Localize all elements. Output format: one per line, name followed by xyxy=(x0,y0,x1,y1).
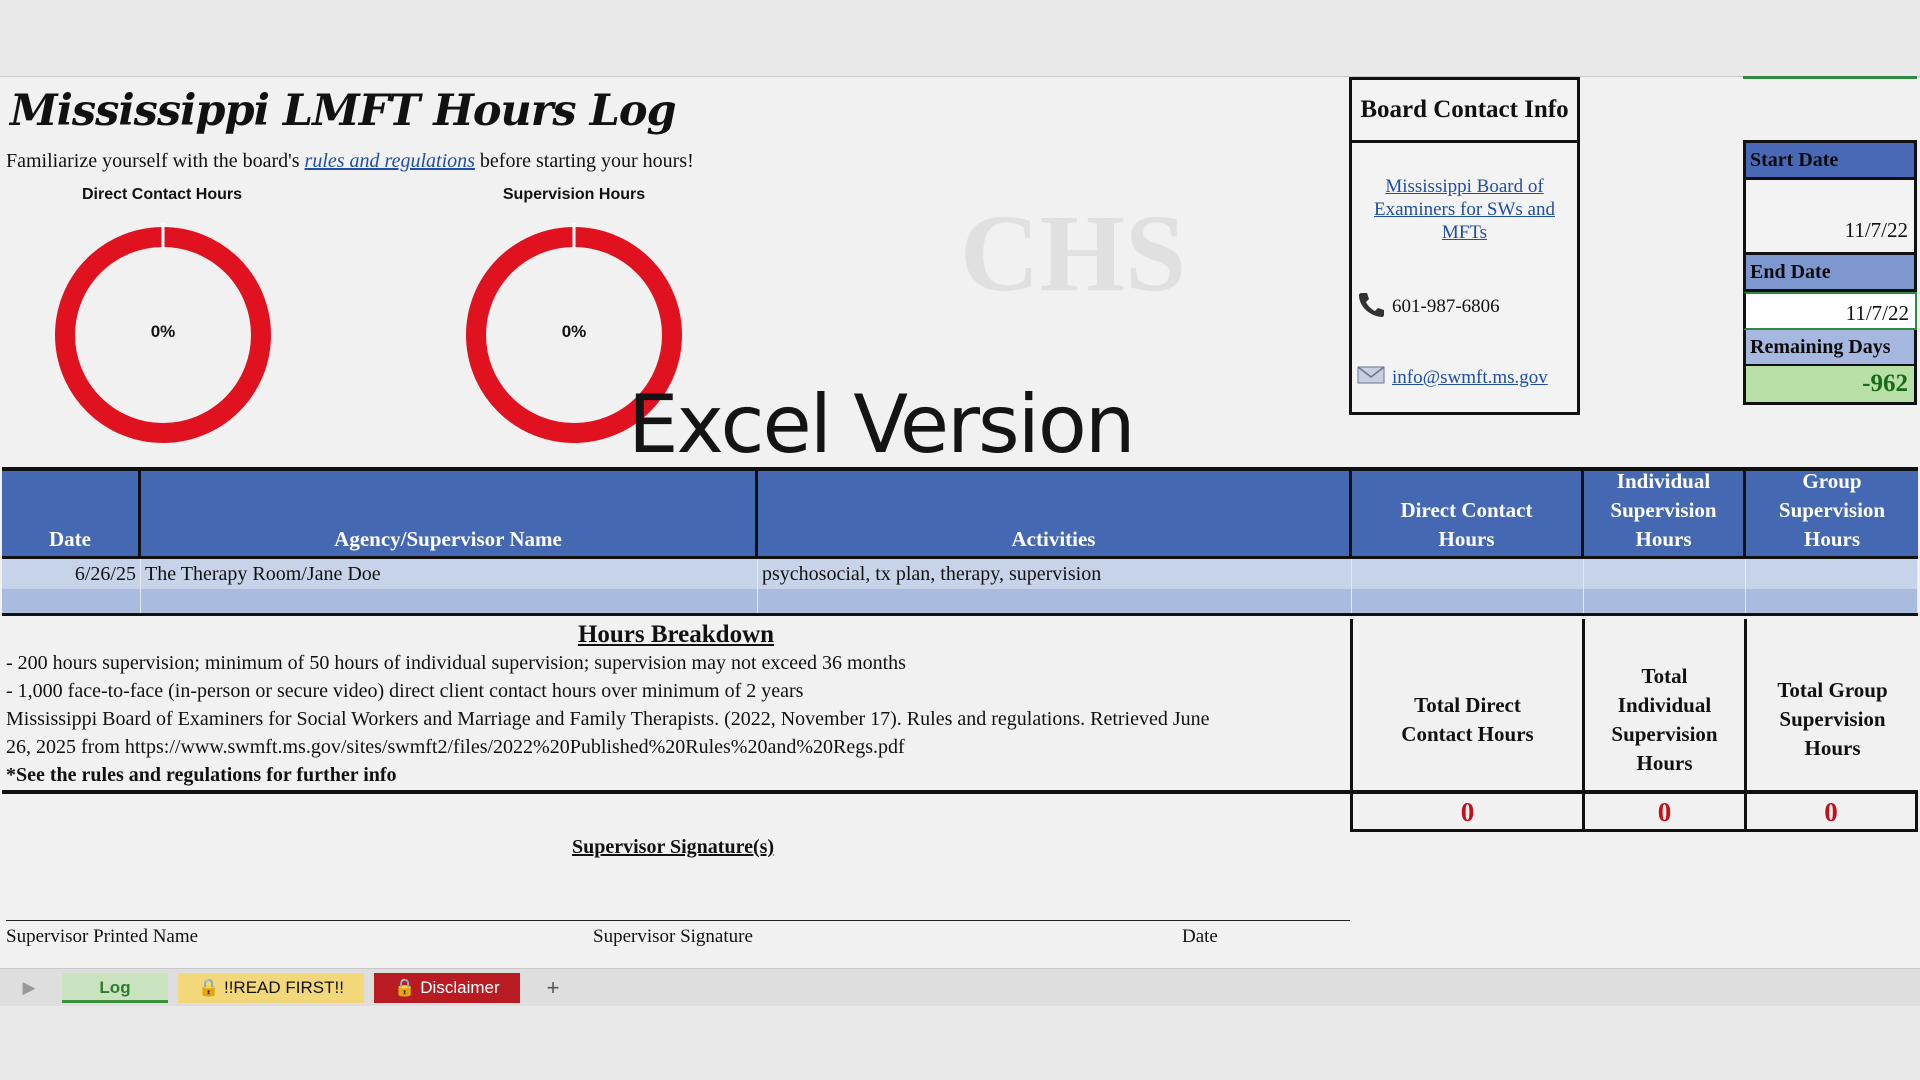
cell-empty[interactable] xyxy=(141,589,758,613)
phone-row: 601-987-6806 xyxy=(1356,290,1577,324)
table-row: 6/26/25 The Therapy Room/Jane Doe psycho… xyxy=(2,559,1918,589)
intro-before: Familiarize yourself with the board's xyxy=(6,150,305,172)
end-date-value[interactable]: 11/7/22 xyxy=(1743,292,1917,330)
signature-line xyxy=(6,920,1350,921)
scroll-tabs-right-icon[interactable]: ▶ xyxy=(14,973,44,1003)
signature-date-label: Date xyxy=(1182,926,1218,947)
email-icon xyxy=(1356,364,1386,392)
tab-log[interactable]: Log xyxy=(62,973,168,1003)
remaining-days-value[interactable]: -962 xyxy=(1743,364,1917,405)
cell-empty[interactable] xyxy=(1584,589,1746,613)
col-header-group[interactable]: Group Supervision Hours xyxy=(1746,469,1918,556)
direct-contact-percent: 0% xyxy=(150,322,176,341)
col-header-date[interactable]: Date xyxy=(2,471,141,556)
phone-number: 601-987-6806 xyxy=(1392,296,1500,317)
total-direct-label: Total Direct Contact Hours xyxy=(1350,619,1582,794)
col-header-individual[interactable]: Individual Supervision Hours xyxy=(1584,469,1746,556)
breakdown-line: - 200 hours supervision; minimum of 50 h… xyxy=(6,652,906,674)
selected-cell-top-edge xyxy=(1743,76,1917,79)
breakdown-citation: Mississippi Board of Examiners for Socia… xyxy=(6,708,1210,730)
direct-contact-gauge: 0% xyxy=(48,220,278,450)
total-group-value[interactable]: 0 xyxy=(1744,794,1918,832)
col-header-direct[interactable]: Direct Contact Hours xyxy=(1352,471,1584,556)
rules-link[interactable]: rules and regulations xyxy=(305,150,475,172)
remaining-days-label: Remaining Days xyxy=(1743,330,1917,364)
table-row-empty xyxy=(2,589,1918,616)
start-date-label: Start Date xyxy=(1743,140,1917,180)
log-table-header: Date Agency/Supervisor Name Activities D… xyxy=(2,467,1918,559)
direct-contact-gauge-label: Direct Contact Hours xyxy=(81,186,243,203)
lock-icon: 🔒 xyxy=(198,978,220,997)
email-row: info@swmft.ms.gov xyxy=(1356,364,1577,392)
cell-individual[interactable] xyxy=(1584,559,1746,589)
cell-agency[interactable]: The Therapy Room/Jane Doe xyxy=(141,559,758,589)
background-logo-ghost: CHS xyxy=(960,192,1187,314)
add-sheet-button[interactable]: + xyxy=(530,973,576,1003)
excel-version-watermark: Excel Version xyxy=(628,378,1136,471)
cell-empty[interactable] xyxy=(758,589,1352,613)
printed-name-label: Supervisor Printed Name xyxy=(6,926,199,947)
supervision-percent: 0% xyxy=(561,322,587,341)
email-link[interactable]: info@swmft.ms.gov xyxy=(1392,367,1548,389)
sheet-tab-bar: ▶ Log 🔒 !!READ FIRST!! 🔒 Disclaimer + xyxy=(0,968,1920,1008)
total-individual-label: Total Individual Supervision Hours xyxy=(1582,619,1744,794)
tab-read-first-label: !!READ FIRST!! xyxy=(223,978,344,997)
lock-icon: 🔒 xyxy=(394,978,416,997)
supervision-gauge-label: Supervision Hours xyxy=(502,186,646,203)
tab-disclaimer[interactable]: 🔒 Disclaimer xyxy=(374,973,520,1003)
cell-empty[interactable] xyxy=(2,589,141,613)
col-header-agency[interactable]: Agency/Supervisor Name xyxy=(141,471,758,556)
cell-direct[interactable] xyxy=(1352,559,1584,589)
page-title: Mississippi LMFT Hours Log xyxy=(10,86,677,136)
board-contact-box: Board Contact Info Mississippi Board of … xyxy=(1349,77,1580,415)
signature-label: Supervisor Signature xyxy=(593,926,753,947)
intro-after: before starting your hours! xyxy=(474,150,694,172)
cell-group[interactable] xyxy=(1746,559,1918,589)
tab-read-first[interactable]: 🔒 !!READ FIRST!! xyxy=(178,973,364,1003)
hours-breakdown: Hours Breakdown - 200 hours supervision;… xyxy=(2,619,1350,794)
phone-icon xyxy=(1356,290,1386,324)
board-contact-heading: Board Contact Info xyxy=(1352,80,1577,143)
breakdown-note: *See the rules and regulations for furth… xyxy=(6,764,397,786)
tab-disclaimer-label: Disclaimer xyxy=(420,978,500,997)
cell-empty[interactable] xyxy=(1746,589,1918,613)
cell-empty[interactable] xyxy=(1352,589,1584,613)
cell-activities[interactable]: psychosocial, tx plan, therapy, supervis… xyxy=(758,559,1352,589)
end-date-label: End Date xyxy=(1743,252,1917,292)
start-date-value[interactable]: 11/7/22 xyxy=(1743,180,1917,252)
breakdown-citation-url: 26, 2025 from https://www.swmft.ms.gov/s… xyxy=(6,736,905,758)
hours-breakdown-title: Hours Breakdown xyxy=(577,621,775,648)
cell-date[interactable]: 6/26/25 xyxy=(2,559,141,589)
supervisor-signature-title: Supervisor Signature(s) xyxy=(572,836,775,858)
col-header-activities[interactable]: Activities xyxy=(758,471,1352,556)
dates-panel: Start Date 11/7/22 End Date 11/7/22 Rema… xyxy=(1743,140,1917,405)
total-direct-value[interactable]: 0 xyxy=(1350,794,1582,832)
total-group-label: Total Group Supervision Hours xyxy=(1744,619,1918,794)
total-individual-value[interactable]: 0 xyxy=(1582,794,1744,832)
status-area xyxy=(0,1006,1920,1080)
board-website-link[interactable]: Mississippi Board of Examiners for SWs a… xyxy=(1366,175,1563,244)
intro-text: Familiarize yourself with the board's ru… xyxy=(6,150,694,173)
breakdown-line: - 1,000 face-to-face (in-person or secur… xyxy=(6,680,804,702)
